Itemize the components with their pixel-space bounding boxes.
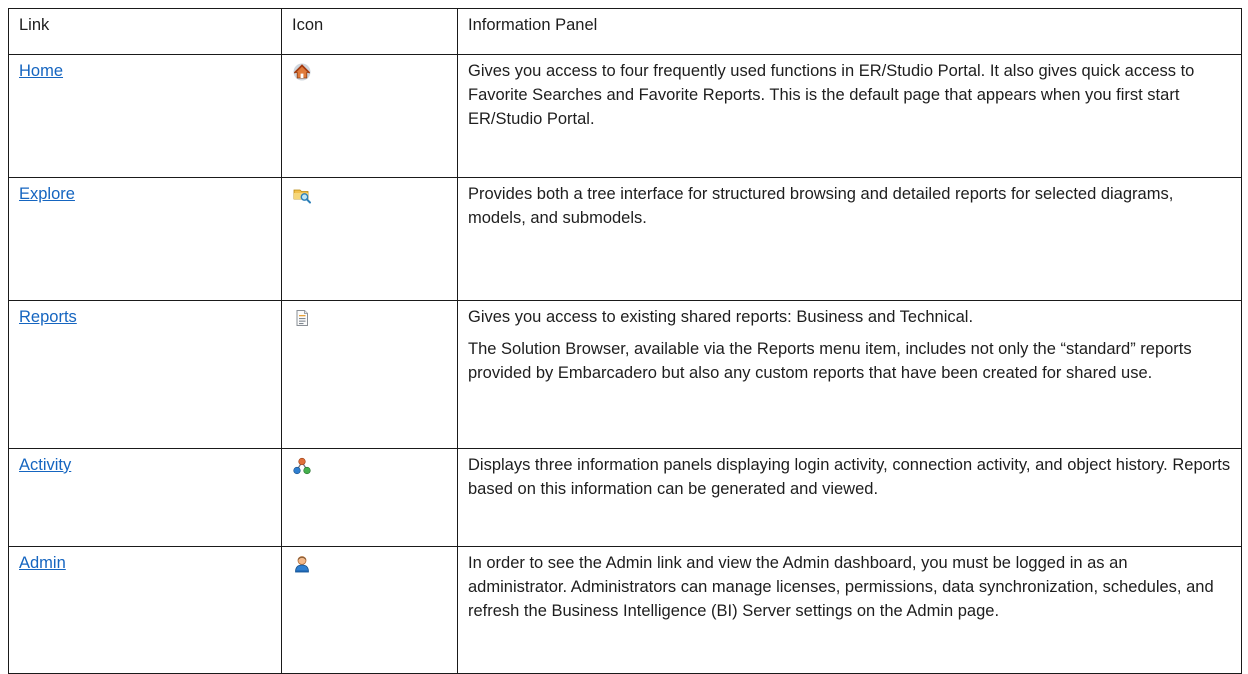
link-cell: Reports bbox=[8, 300, 282, 449]
icon-cell bbox=[281, 300, 458, 449]
link-cell: Activity bbox=[8, 448, 282, 547]
icon-cell bbox=[281, 546, 458, 674]
home-icon bbox=[293, 63, 311, 81]
reports-link[interactable]: Reports bbox=[19, 308, 77, 326]
description-text: The Solution Browser, available via the … bbox=[468, 340, 1192, 382]
link-cell: Admin bbox=[8, 546, 282, 674]
header-information-panel: Information Panel bbox=[457, 8, 1242, 55]
header-icon: Icon bbox=[281, 8, 458, 55]
description-cell: In order to see the Admin link and view … bbox=[457, 546, 1242, 674]
description-text: Displays three information panels displa… bbox=[468, 456, 1231, 498]
table-row: Activity Displays three information pane… bbox=[8, 448, 1242, 547]
admin-link[interactable]: Admin bbox=[19, 554, 66, 572]
table-row: Admin In order to see the Admin link and… bbox=[8, 546, 1242, 674]
icon-cell bbox=[281, 54, 458, 178]
header-link: Link bbox=[8, 8, 282, 55]
description-text: Gives you access to existing shared repo… bbox=[468, 308, 974, 326]
description-text: Provides both a tree interface for struc… bbox=[468, 185, 1174, 227]
table-row: Reports Gives you access to existing sha… bbox=[8, 300, 1242, 449]
description-cell: Gives you access to existing shared repo… bbox=[457, 300, 1242, 449]
description-cell: Displays three information panels displa… bbox=[457, 448, 1242, 547]
explore-icon bbox=[293, 189, 311, 204]
description-text: Gives you access to four frequently used… bbox=[468, 62, 1195, 128]
table-header-row: Link Icon Information Panel bbox=[8, 8, 1242, 55]
link-cell: Home bbox=[8, 54, 282, 178]
description-cell: Gives you access to four frequently used… bbox=[457, 54, 1242, 178]
explore-link[interactable]: Explore bbox=[19, 185, 75, 203]
icon-cell bbox=[281, 177, 458, 301]
navigation-links-table: Link Icon Information Panel Home Gives y… bbox=[8, 8, 1242, 674]
link-cell: Explore bbox=[8, 177, 282, 301]
admin-icon bbox=[295, 555, 309, 573]
description-text: In order to see the Admin link and view … bbox=[468, 554, 1214, 620]
icon-cell bbox=[281, 448, 458, 547]
table-row: Explore Provides both a tree interface f… bbox=[8, 177, 1242, 301]
activity-link[interactable]: Activity bbox=[19, 456, 71, 474]
home-link[interactable]: Home bbox=[19, 62, 63, 80]
activity-icon bbox=[293, 457, 311, 474]
table-row: Home Gives you access to four frequently… bbox=[8, 54, 1242, 178]
reports-icon bbox=[296, 309, 308, 326]
description-cell: Provides both a tree interface for struc… bbox=[457, 177, 1242, 301]
